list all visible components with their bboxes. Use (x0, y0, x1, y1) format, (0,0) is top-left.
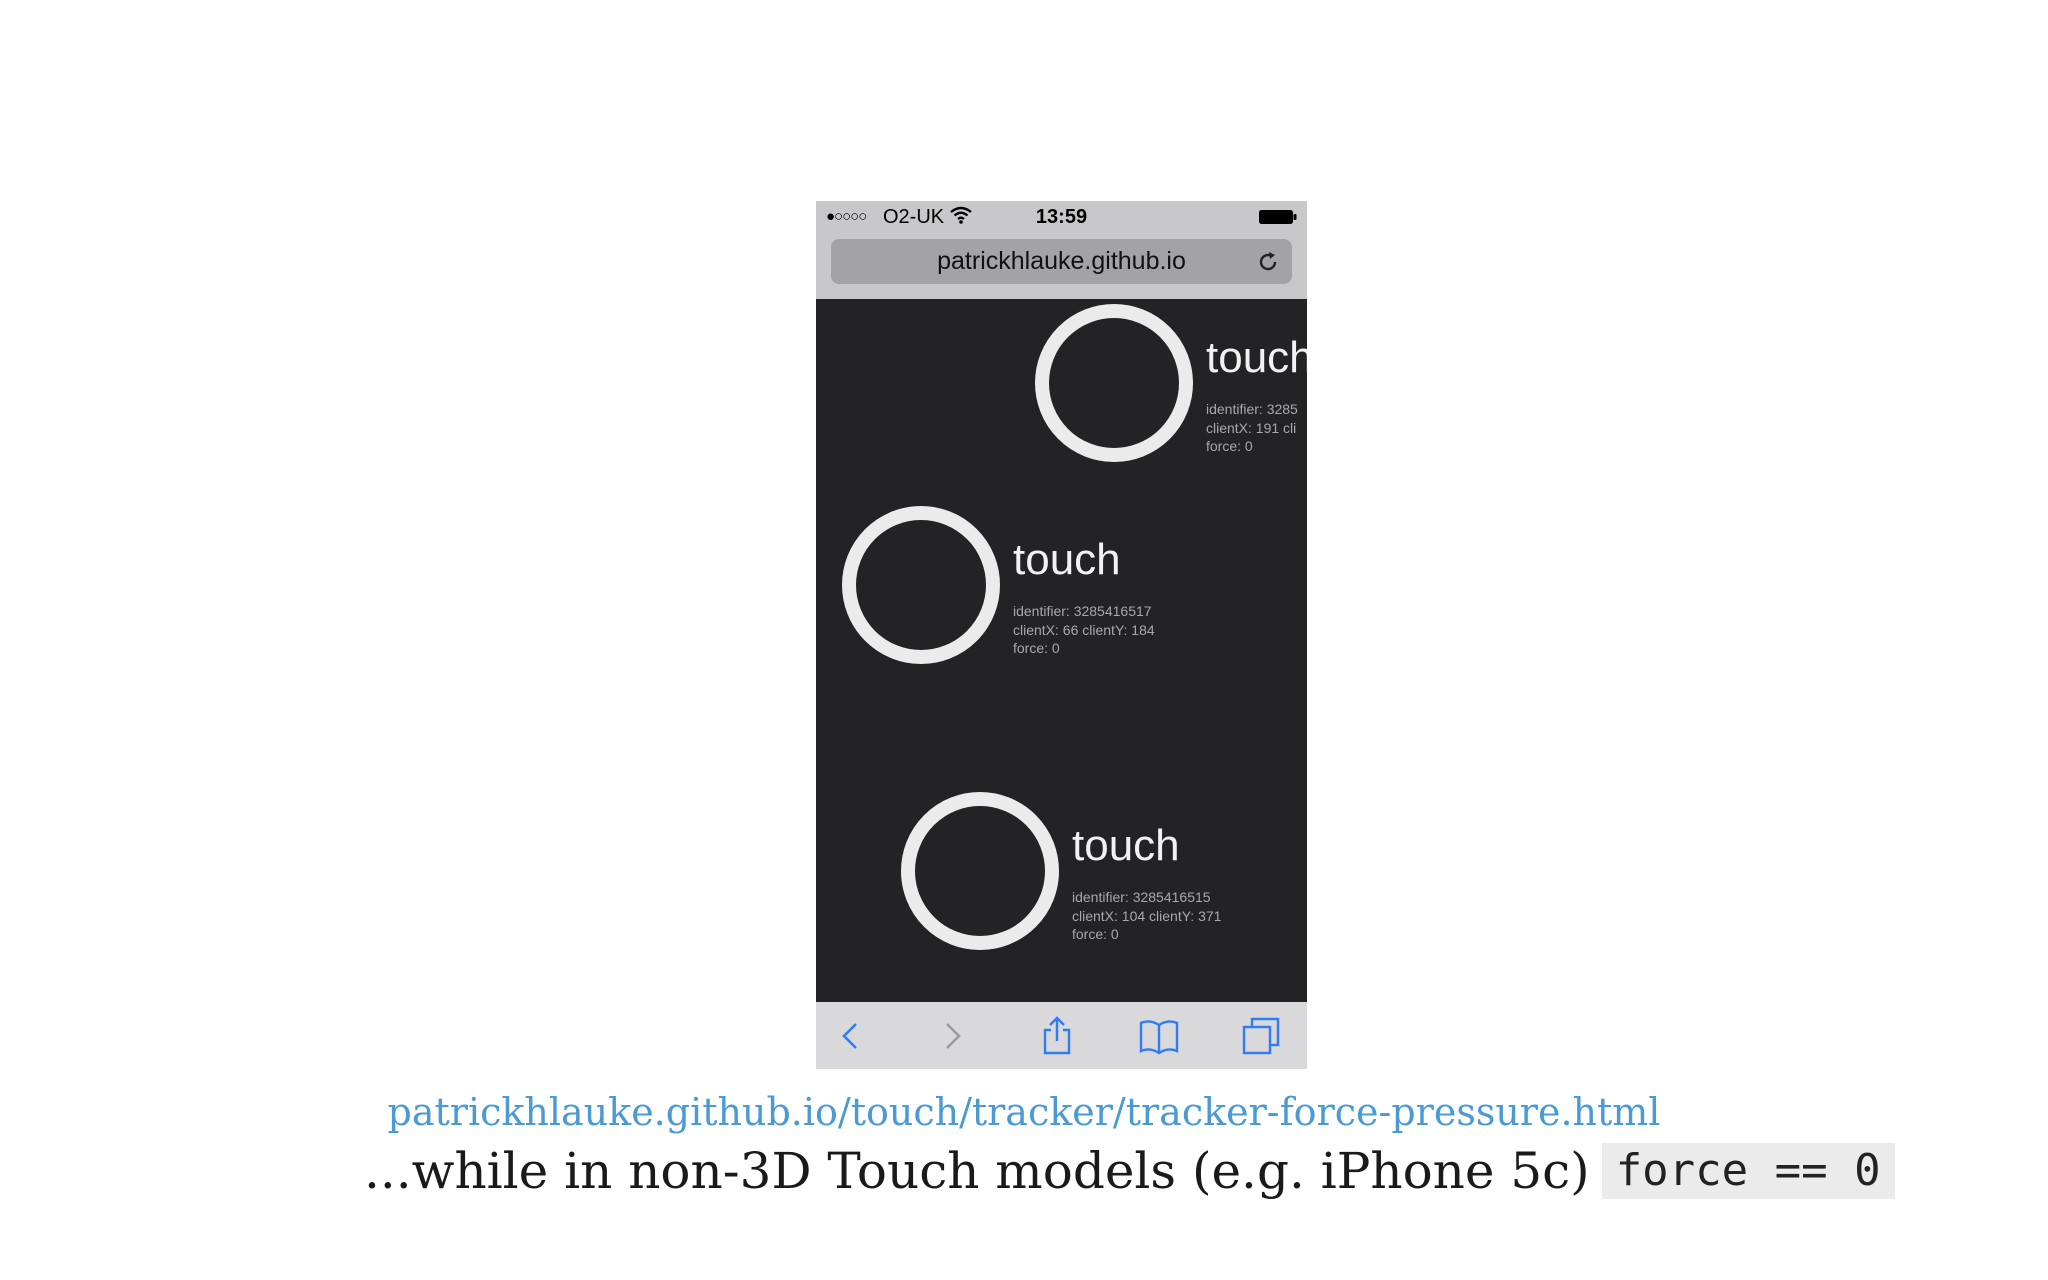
address-bar[interactable]: patrickhlauke.github.io (831, 239, 1292, 284)
tabs-icon[interactable] (1240, 1015, 1282, 1057)
forward-icon[interactable] (931, 1015, 973, 1057)
demo-link[interactable]: patrickhlauke.github.io/touch/tracker/tr… (0, 1088, 2048, 1136)
touch-ring (842, 506, 1000, 664)
status-bar: ●○○○○ O2-UK 13:59 (816, 201, 1307, 233)
touch-details: identifier: 3285416515 clientX: 104 clie… (1072, 888, 1221, 944)
browser-toolbar (816, 1002, 1307, 1069)
share-icon[interactable] (1036, 1015, 1078, 1057)
touch-ring (1035, 304, 1193, 462)
address-bar-url[interactable]: patrickhlauke.github.io (831, 239, 1292, 284)
touch-force: force: 0 (1013, 640, 1060, 656)
bookmarks-icon[interactable] (1138, 1015, 1180, 1057)
reload-icon[interactable] (1256, 250, 1280, 274)
touch-label: touch (1072, 821, 1180, 870)
touch-label: touch (1206, 333, 1307, 382)
back-icon[interactable] (830, 1015, 872, 1057)
battery-icon (1259, 210, 1297, 224)
touch-force: force: 0 (1206, 438, 1253, 454)
touch-details: identifier: 3285 clientX: 191 cli force:… (1206, 400, 1298, 456)
touch-coordinates: clientX: 191 cli (1206, 419, 1297, 436)
clock: 13:59 (1035, 206, 1088, 228)
touch-identifier: identifier: 3285416515 (1072, 889, 1211, 905)
touch-details: identifier: 3285416517 clientX: 66 clien… (1013, 602, 1155, 658)
phone-screenshot: ●○○○○ O2-UK 13:59 patrickhlauke.github.i… (816, 201, 1307, 1069)
touch-identifier: identifier: 3285416517 (1013, 603, 1152, 619)
browser-top-bar: ●○○○○ O2-UK 13:59 patrickhlauke.github.i… (816, 201, 1307, 299)
touch-ring (901, 792, 1059, 950)
touch-force: force: 0 (1072, 926, 1119, 942)
code-snippet: force == 0 (1601, 1143, 1895, 1199)
touch-label: touch (1013, 535, 1121, 584)
slide-caption: ...while in non-3D Touch models (e.g. iP… (364, 1136, 1895, 1206)
touch-identifier: identifier: 3285 (1206, 401, 1298, 417)
touch-coordinates: clientX: 104 clientY: 371 (1072, 907, 1222, 924)
touch-coordinates: clientX: 66 clientY: 184 (1013, 621, 1155, 638)
caption-text: ...while in non-3D Touch models (e.g. iP… (364, 1142, 1590, 1200)
